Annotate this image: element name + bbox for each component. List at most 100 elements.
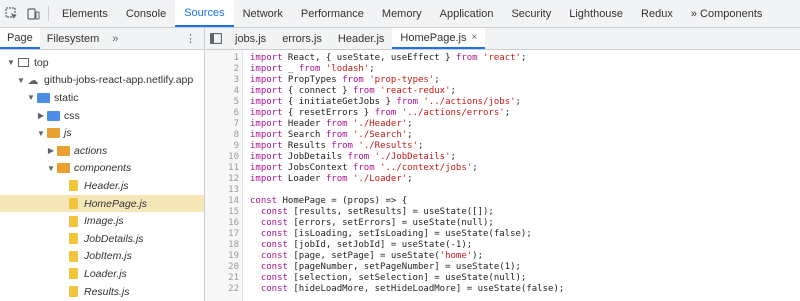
code-text: import { connect } from 'react-redux'; [250, 86, 456, 96]
code-line: 12 import Loader from './Loader'; [205, 174, 412, 185]
file-icon-shape [68, 268, 78, 280]
toggle-navigator-icon[interactable] [205, 28, 227, 49]
tab-filesystem[interactable]: Filesystem [40, 28, 107, 49]
line-number[interactable]: 15 [205, 207, 239, 218]
tab-application[interactable]: Application [431, 0, 503, 27]
editor-tab-homepage[interactable]: HomePage.js × [392, 28, 486, 49]
line-number[interactable]: 4 [205, 86, 239, 97]
tab-redux[interactable]: Redux [632, 0, 682, 27]
line-number[interactable]: 16 [205, 218, 239, 229]
code-text: import _ from 'lodash'; [250, 64, 375, 74]
code-line: 7 import Header from './Header'; [205, 119, 413, 130]
line-number[interactable]: 1 [205, 53, 239, 64]
editor-tab-errors[interactable]: errors.js [274, 28, 330, 49]
tree-item[interactable]: ▼ components [0, 160, 204, 178]
tree-item[interactable]: Image.js [0, 212, 204, 230]
code-line: 5 import { initiateGetJobs } from '../act… [205, 97, 521, 108]
code-line: 14 const HomePage = (props) => { [205, 196, 407, 207]
tab-page[interactable]: Page [0, 28, 40, 49]
line-number[interactable]: 9 [205, 141, 239, 152]
keyword: const [260, 251, 288, 261]
line-number[interactable]: 19 [205, 251, 239, 262]
line-number[interactable]: 22 [205, 284, 239, 295]
line-number[interactable]: 11 [205, 163, 239, 174]
code-line: 10 import JobDetails from './JobDetails'; [205, 152, 456, 163]
tab-components[interactable]: » Components [682, 0, 772, 27]
code-line: 17 const [isLoading, setIsLoading] = use… [205, 229, 532, 240]
keyword: const [250, 196, 278, 206]
tab-console[interactable]: Console [117, 0, 175, 27]
tree-item-label: HomePage.js [84, 197, 148, 210]
inspect-element-icon[interactable] [0, 0, 22, 27]
tab-lighthouse[interactable]: Lighthouse [560, 0, 632, 27]
tree-item[interactable]: HomePage.js [0, 194, 204, 213]
line-number[interactable]: 21 [205, 273, 239, 284]
tree-item[interactable]: ▼ js [0, 124, 204, 142]
tab-memory[interactable]: Memory [373, 0, 431, 27]
tab-security[interactable]: Security [502, 0, 560, 27]
line-number[interactable]: 2 [205, 64, 239, 75]
code-text: import React, { useState, useEffect } fr… [250, 53, 527, 63]
line-number[interactable]: 8 [205, 130, 239, 141]
tree-item[interactable]: ▼ top [0, 54, 204, 72]
tree-item[interactable]: ▼ static [0, 89, 204, 107]
line-number[interactable]: 7 [205, 119, 239, 130]
keyword: import [250, 64, 283, 74]
code-text: const [errors, setErrors] = useState(nul… [260, 218, 494, 228]
keyword: const [260, 284, 288, 294]
line-number[interactable]: 6 [205, 108, 239, 119]
editor-tab-header[interactable]: Header.js [330, 28, 392, 49]
code-text: const [jobId, setJobId] = useState(-1); [260, 240, 473, 250]
expanded-arrow-icon[interactable]: ▼ [36, 129, 46, 138]
tree-item[interactable]: ▶ actions [0, 142, 204, 160]
collapsed-arrow-icon[interactable]: ▶ [36, 111, 46, 120]
tab-performance[interactable]: Performance [292, 0, 373, 27]
line-number[interactable]: 5 [205, 97, 239, 108]
expanded-arrow-icon[interactable]: ▼ [6, 58, 16, 67]
tree-item[interactable]: Results.js [0, 283, 204, 301]
tree-item[interactable]: ▼ ☁ github-jobs-react-app.netlify.app [0, 72, 204, 90]
line-number[interactable]: 3 [205, 75, 239, 86]
code-text: import Search from './Search'; [250, 130, 413, 140]
editor-tab-jobs[interactable]: jobs.js [227, 28, 274, 49]
line-number[interactable]: 20 [205, 262, 239, 273]
navigator-menu-icon[interactable]: ⋮ [177, 28, 204, 49]
devtools-tabbar: Elements Console Sources Network Performance… [0, 0, 800, 28]
tab-sources[interactable]: Sources [175, 0, 234, 27]
code-line: 21 const [selection, setSelection] = use… [205, 273, 526, 284]
line-number[interactable]: 18 [205, 240, 239, 251]
tree-item[interactable]: Loader.js [0, 265, 204, 283]
tab-elements[interactable]: Elements [53, 0, 117, 27]
expanded-arrow-icon[interactable]: ▼ [46, 164, 56, 173]
keyword: from [342, 75, 364, 85]
keyword: from [396, 97, 418, 107]
tree-item[interactable]: Header.js [0, 177, 204, 195]
string-literal: 'lodash' [325, 64, 370, 74]
code-text: import Loader from './Loader'; [250, 174, 413, 184]
more-tabs-icon[interactable]: » [106, 28, 124, 49]
tree-item[interactable]: JobItem.js [0, 248, 204, 266]
keyword: import [250, 174, 283, 184]
file-icon [66, 268, 80, 280]
code-text: import Results from './Results'; [250, 141, 424, 151]
line-number[interactable]: 14 [205, 196, 239, 207]
line-number[interactable]: 17 [205, 229, 239, 240]
expanded-arrow-icon[interactable]: ▼ [16, 76, 26, 85]
line-number[interactable]: 12 [205, 174, 239, 185]
tree-item[interactable]: JobDetails.js [0, 230, 204, 248]
tree-item[interactable]: ▶ css [0, 107, 204, 125]
tab-network[interactable]: Network [234, 0, 292, 27]
file-icon-shape [68, 198, 78, 210]
keyword: import [250, 152, 283, 162]
file-icon-shape [68, 233, 78, 245]
line-number[interactable]: 13 [205, 185, 239, 196]
device-toolbar-icon[interactable] [22, 0, 44, 27]
collapsed-arrow-icon[interactable]: ▶ [46, 146, 56, 155]
keyword: from [374, 108, 397, 118]
file-icon-shape [68, 250, 78, 262]
string-literal: '../actions/jobs' [423, 97, 516, 107]
expanded-arrow-icon[interactable]: ▼ [26, 93, 36, 102]
line-number[interactable]: 10 [205, 152, 239, 163]
close-icon[interactable]: × [471, 32, 477, 43]
code-area[interactable]: 1 import React, { useState, useEffect } f… [205, 50, 800, 301]
